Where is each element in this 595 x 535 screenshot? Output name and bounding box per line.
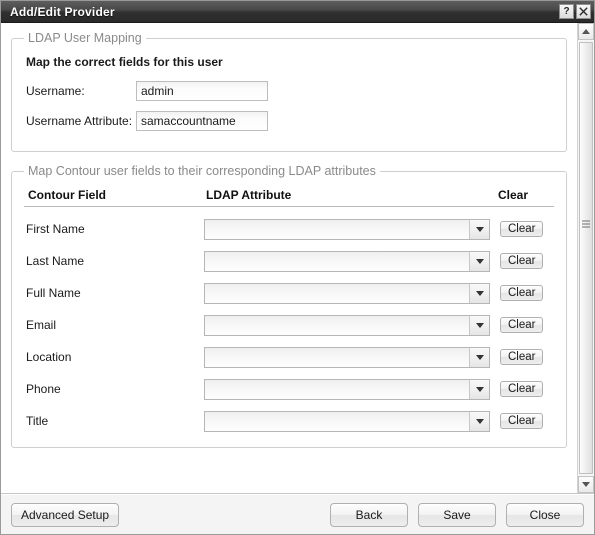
attribute-dropdown-first-name[interactable]	[204, 218, 490, 240]
window-title: Add/Edit Provider	[10, 4, 115, 19]
mapping-table-body: First Name Clear Last Name Clear Full Na…	[22, 213, 556, 437]
contour-field-mapping-group: Map Contour user fields to their corresp…	[11, 164, 567, 448]
chevron-down-icon[interactable]	[469, 283, 489, 303]
chevron-down-icon[interactable]	[469, 379, 489, 399]
save-button[interactable]: Save	[418, 502, 496, 527]
field-label-first-name: First Name	[26, 222, 85, 236]
ldap-user-mapping-group: LDAP User Mapping Map the correct fields…	[11, 31, 567, 152]
attribute-dropdown-email[interactable]	[204, 314, 490, 336]
attribute-cell-location	[204, 346, 500, 368]
scroll-content: LDAP User Mapping Map the correct fields…	[1, 23, 577, 493]
clear-cell-email: Clear	[500, 317, 556, 333]
footer-left-actions: Advanced Setup	[11, 502, 120, 527]
username-row: Username:	[26, 81, 556, 101]
field-label-email: Email	[26, 318, 57, 332]
field-label-last-name: Last Name	[26, 254, 85, 268]
attribute-dropdown-full-name[interactable]	[204, 282, 490, 304]
field-label-location: Location	[26, 350, 72, 364]
table-row: Title Clear	[22, 405, 556, 437]
attribute-cell-first-name	[204, 218, 500, 240]
attribute-dropdown-phone[interactable]	[204, 378, 490, 400]
mapping-table-header: Contour Field LDAP Attribute Clear	[24, 186, 554, 207]
user-mapping-hint: Map the correct fields for this user	[26, 55, 223, 69]
attribute-dropdown-last-name[interactable]	[204, 250, 490, 272]
attribute-cell-title	[204, 410, 500, 432]
dialog-client-area: LDAP User Mapping Map the correct fields…	[1, 23, 594, 494]
question-mark-icon: ?	[563, 5, 570, 17]
contour-field-mapping-legend: Map Contour user fields to their corresp…	[28, 164, 376, 178]
clear-cell-first-name: Clear	[500, 221, 556, 237]
scroll-up-arrow-icon[interactable]	[578, 23, 594, 40]
clear-button-first-name[interactable]: Clear	[500, 221, 544, 237]
attribute-cell-last-name	[204, 250, 500, 272]
clear-button-title[interactable]: Clear	[500, 413, 544, 429]
back-button[interactable]: Back	[330, 502, 408, 527]
dialog-footer: Advanced Setup Back Save Close	[1, 494, 594, 534]
scrollbar-track[interactable]	[578, 40, 594, 476]
table-row: Full Name Clear	[22, 277, 556, 309]
username-attribute-row: Username Attribute:	[26, 111, 556, 131]
attribute-cell-full-name	[204, 282, 500, 304]
attribute-cell-phone	[204, 378, 500, 400]
username-input[interactable]	[136, 81, 268, 101]
table-row: Email Clear	[22, 309, 556, 341]
chevron-down-icon[interactable]	[469, 251, 489, 271]
scrollbar-thumb[interactable]	[579, 42, 593, 474]
column-header-ldap-attribute: LDAP Attribute	[206, 188, 292, 202]
clear-cell-full-name: Clear	[500, 285, 556, 301]
title-bar: Add/Edit Provider ?	[1, 1, 594, 23]
table-row: Location Clear	[22, 341, 556, 373]
close-dialog-button[interactable]: Close	[506, 502, 584, 527]
username-label: Username:	[26, 84, 85, 98]
help-button[interactable]: ?	[559, 4, 574, 19]
advanced-setup-button[interactable]: Advanced Setup	[11, 502, 120, 527]
attribute-cell-email	[204, 314, 500, 336]
table-row: Last Name Clear	[22, 245, 556, 277]
table-row: First Name Clear	[22, 213, 556, 245]
title-bar-buttons: ?	[559, 4, 591, 19]
footer-right-actions: Back Save Close	[330, 502, 584, 527]
clear-button-phone[interactable]: Clear	[500, 381, 544, 397]
clear-cell-last-name: Clear	[500, 253, 556, 269]
vertical-scrollbar[interactable]	[577, 23, 594, 493]
close-x-icon	[579, 7, 588, 16]
clear-cell-title: Clear	[500, 413, 556, 429]
chevron-down-icon[interactable]	[469, 411, 489, 431]
scroll-down-arrow-icon[interactable]	[578, 476, 594, 493]
clear-cell-phone: Clear	[500, 381, 556, 397]
dialog-window: Add/Edit Provider ? LDAP User Mapping Ma	[0, 0, 595, 535]
table-row: Phone Clear	[22, 373, 556, 405]
attribute-dropdown-title[interactable]	[204, 410, 490, 432]
scrollbar-grip-icon	[582, 220, 590, 228]
username-attribute-input[interactable]	[136, 111, 268, 131]
chevron-down-icon[interactable]	[469, 315, 489, 335]
chevron-down-icon[interactable]	[469, 219, 489, 239]
clear-button-full-name[interactable]: Clear	[500, 285, 544, 301]
field-label-phone: Phone	[26, 382, 61, 396]
column-header-clear: Clear	[498, 188, 529, 202]
field-label-title: Title	[26, 414, 49, 428]
clear-button-email[interactable]: Clear	[500, 317, 544, 333]
clear-cell-location: Clear	[500, 349, 556, 365]
close-button[interactable]	[576, 4, 591, 19]
clear-button-last-name[interactable]: Clear	[500, 253, 544, 269]
ldap-user-mapping-legend: LDAP User Mapping	[28, 31, 142, 45]
chevron-down-icon[interactable]	[469, 347, 489, 367]
clear-button-location[interactable]: Clear	[500, 349, 544, 365]
username-attribute-label: Username Attribute:	[26, 114, 133, 128]
column-header-contour-field: Contour Field	[28, 188, 106, 202]
attribute-dropdown-location[interactable]	[204, 346, 490, 368]
field-label-full-name: Full Name	[26, 286, 81, 300]
